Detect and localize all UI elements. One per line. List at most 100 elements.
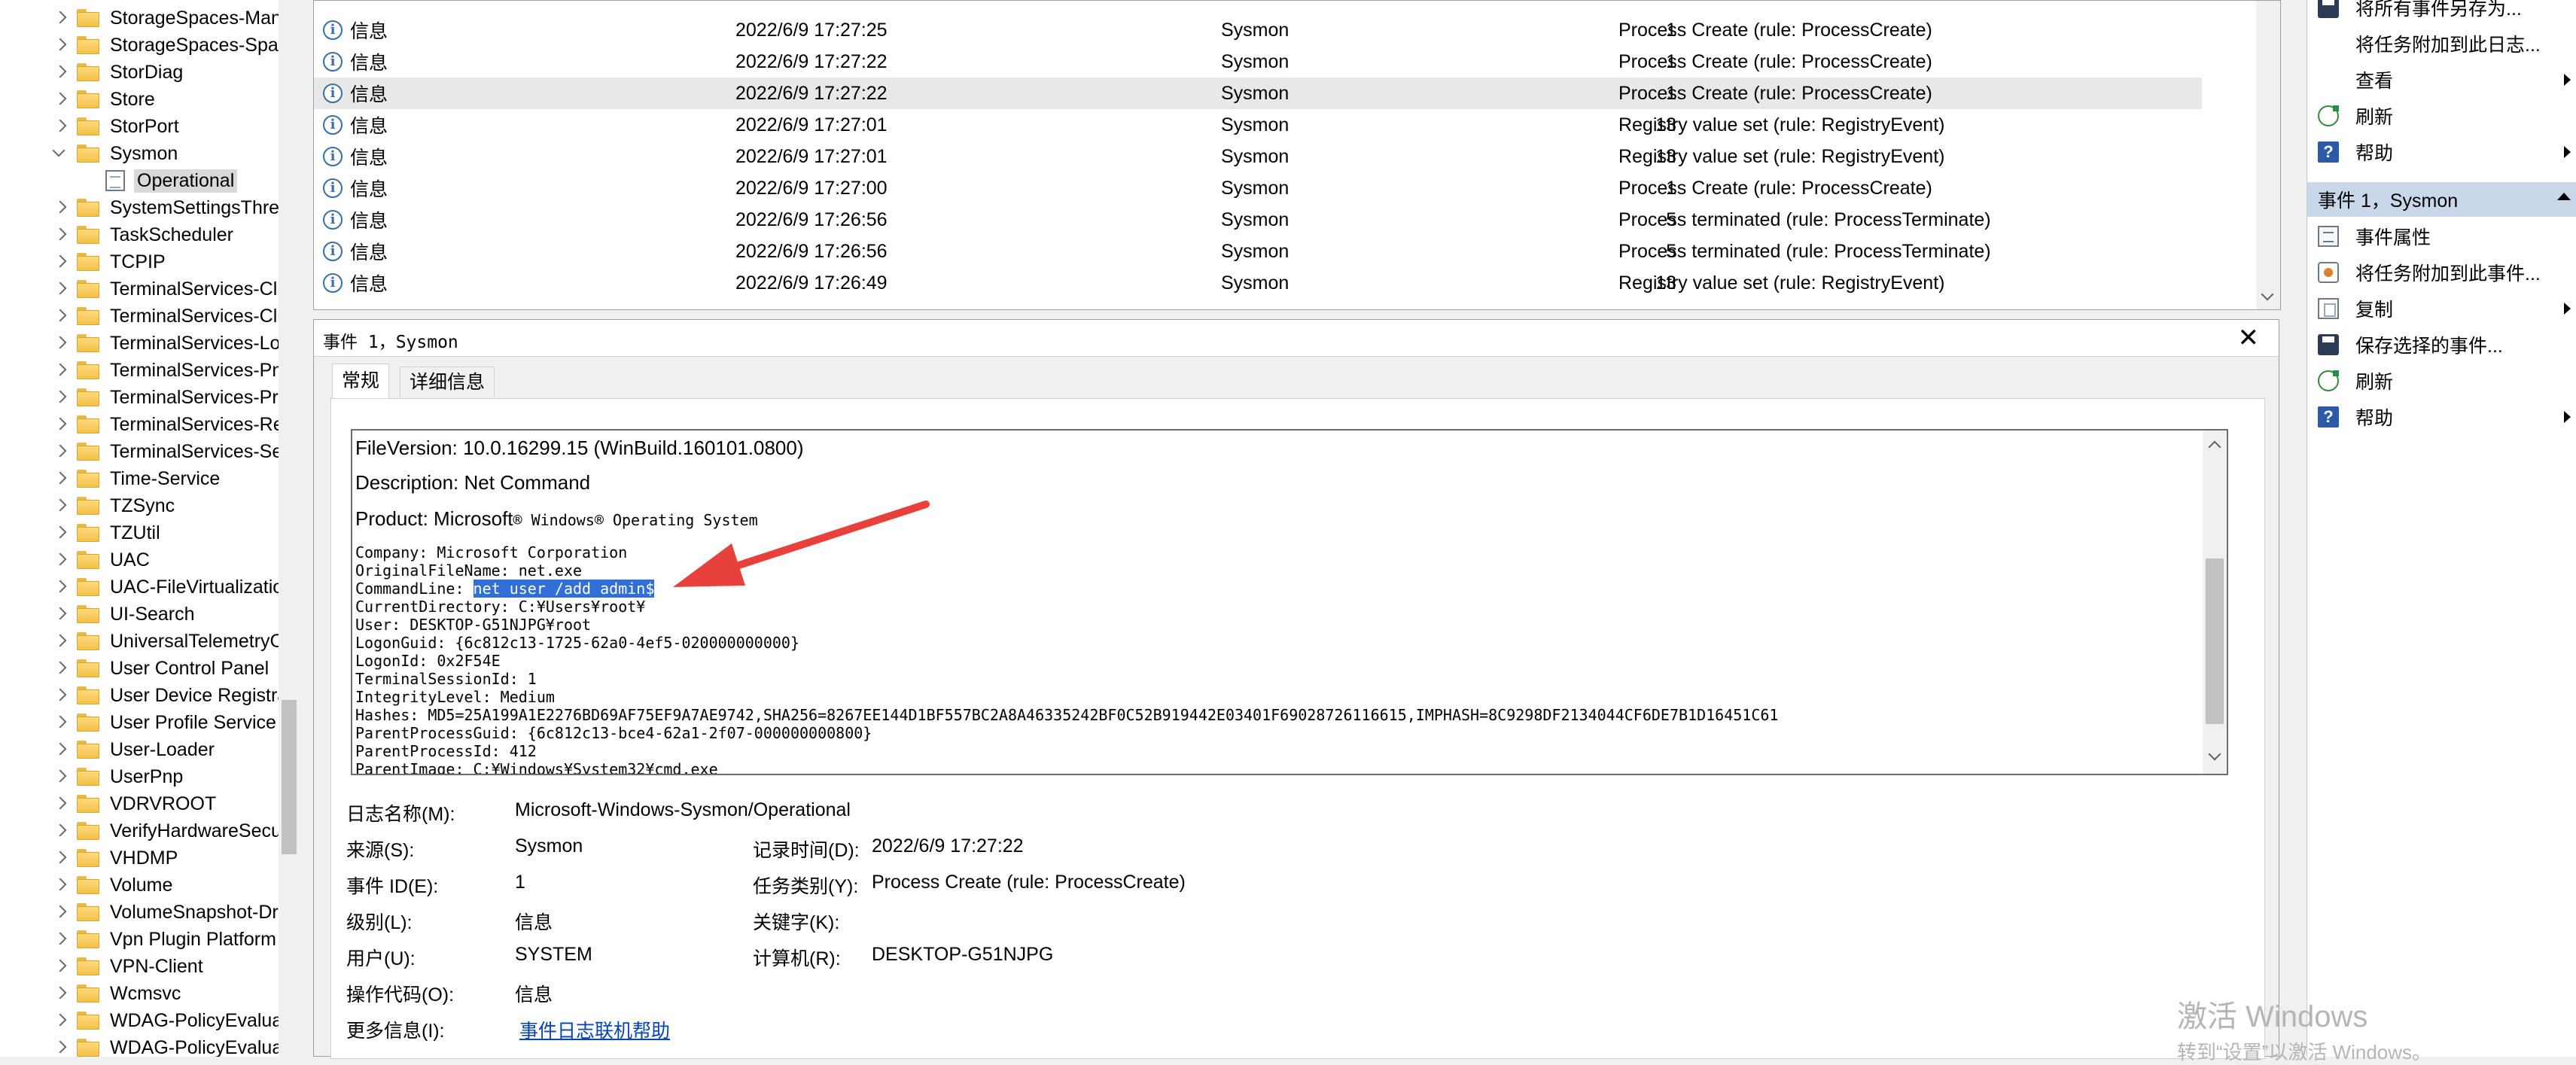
action-item[interactable]: 复制 bbox=[2307, 291, 2576, 327]
chevron-right-icon[interactable] bbox=[51, 303, 71, 330]
table-row[interactable]: i 信息 2022/6/9 17:27:01 Sysmon 13 Registry val… bbox=[314, 141, 2202, 172]
scroll-up-icon[interactable] bbox=[2208, 440, 2221, 454]
tree-item[interactable]: TZUtil bbox=[0, 519, 160, 546]
chevron-right-icon[interactable] bbox=[51, 709, 71, 736]
tree-item[interactable]: TerminalServices-Pri bbox=[0, 384, 279, 411]
tree-scrollbar-thumb[interactable] bbox=[282, 700, 297, 854]
scroll-down-icon[interactable] bbox=[2208, 747, 2221, 761]
chevron-right-icon[interactable] bbox=[51, 872, 71, 899]
action-item[interactable]: ? 帮助 bbox=[2307, 399, 2576, 435]
tree-item[interactable]: WDAG-PolicyEvaluat bbox=[0, 1034, 279, 1057]
tree-item[interactable]: StorageSpaces-Mana bbox=[0, 5, 279, 32]
chevron-right-icon[interactable] bbox=[51, 817, 71, 844]
table-row[interactable]: i 信息 2022/6/9 17:27:00 Sysmon 1 Process Creat… bbox=[314, 172, 2202, 204]
action-item[interactable]: 将任务附加到此日志... bbox=[2307, 26, 2576, 62]
chevron-right-icon[interactable] bbox=[51, 357, 71, 384]
action-item[interactable]: 刷新 bbox=[2307, 98, 2576, 134]
tree-item[interactable]: TerminalServices-Re bbox=[0, 411, 279, 438]
tree-item[interactable]: User-Loader bbox=[0, 736, 215, 763]
action-item[interactable]: 保存选择的事件... bbox=[2307, 327, 2576, 363]
table-row[interactable]: i 信息 2022/6/9 17:27:25 Sysmon 1 Process Creat… bbox=[314, 14, 2202, 46]
table-row[interactable]: i 信息 2022/6/9 17:26:56 Sysmon 5 Process termi… bbox=[314, 236, 2202, 267]
tree-item[interactable]: Vpn Plugin Platform bbox=[0, 926, 276, 953]
tree-item[interactable]: StorDiag bbox=[0, 59, 183, 86]
event-list-scrollbar[interactable] bbox=[2256, 1, 2280, 309]
table-row[interactable]: i 信息 2022/6/9 17:26:56 Sysmon 5 Process termi… bbox=[314, 204, 2202, 236]
chevron-right-icon[interactable] bbox=[51, 574, 71, 601]
chevron-down-icon[interactable] bbox=[51, 140, 71, 167]
chevron-right-icon[interactable] bbox=[51, 330, 71, 357]
command-line-highlight[interactable]: net user /add admin$ bbox=[473, 580, 655, 598]
chevron-right-icon[interactable] bbox=[51, 1007, 71, 1034]
tree-item[interactable]: VerifyHardwareSecur bbox=[0, 817, 279, 844]
chevron-right-icon[interactable] bbox=[51, 194, 71, 221]
chevron-right-icon[interactable] bbox=[51, 5, 71, 32]
tree-item[interactable]: Wcmsvc bbox=[0, 980, 181, 1007]
collapse-up-icon[interactable] bbox=[2557, 193, 2571, 200]
chevron-right-icon[interactable] bbox=[51, 655, 71, 682]
tree-item[interactable]: TerminalServices-Cli bbox=[0, 303, 279, 330]
tree-item[interactable]: WDAG-PolicyEvaluat bbox=[0, 1007, 279, 1034]
tree-item[interactable]: TZSync bbox=[0, 492, 175, 519]
tree-item-operational[interactable]: Operational bbox=[0, 167, 238, 194]
table-row[interactable]: i 信息 2022/6/9 17:27:22 Sysmon 1 Process Creat… bbox=[314, 78, 2202, 109]
tree-item[interactable]: VPN-Client bbox=[0, 953, 203, 980]
tree-item[interactable]: User Device Registra bbox=[0, 682, 279, 709]
chevron-right-icon[interactable] bbox=[51, 59, 71, 86]
tree-item[interactable]: User Profile Service bbox=[0, 709, 276, 736]
action-item[interactable]: 查看 bbox=[2307, 62, 2576, 98]
action-item[interactable]: ? 帮助 bbox=[2307, 134, 2576, 170]
tab-details[interactable]: 详细信息 bbox=[400, 367, 495, 397]
tree-item[interactable]: VDRVROOT bbox=[0, 790, 216, 817]
tree-item[interactable]: User Control Panel bbox=[0, 655, 269, 682]
chevron-right-icon[interactable] bbox=[51, 465, 71, 492]
chevron-right-icon[interactable] bbox=[51, 763, 71, 790]
chevron-right-icon[interactable] bbox=[51, 628, 71, 655]
tree-item[interactable]: TerminalServices-Cli bbox=[0, 275, 279, 303]
actions-section-header[interactable]: 事件 1，Sysmon bbox=[2307, 182, 2576, 217]
tree-item[interactable]: UAC bbox=[0, 546, 150, 574]
chevron-right-icon[interactable] bbox=[51, 790, 71, 817]
chevron-right-icon[interactable] bbox=[51, 736, 71, 763]
chevron-right-icon[interactable] bbox=[51, 384, 71, 411]
tree-item[interactable]: UserPnp bbox=[0, 763, 183, 790]
chevron-right-icon[interactable] bbox=[51, 682, 71, 709]
close-icon[interactable]: ✕ bbox=[2238, 323, 2260, 353]
description-scrollbar-thumb[interactable] bbox=[2206, 558, 2224, 724]
chevron-right-icon[interactable] bbox=[51, 844, 71, 872]
tree-item[interactable]: SystemSettingsThres bbox=[0, 194, 279, 221]
chevron-right-icon[interactable] bbox=[51, 32, 71, 59]
tree-scrollbar[interactable] bbox=[279, 0, 300, 1057]
chevron-right-icon[interactable] bbox=[51, 899, 71, 926]
event-description-box[interactable]: FileVersion: 10.0.16299.15 (WinBuild.160… bbox=[351, 429, 2228, 775]
chevron-right-icon[interactable] bbox=[51, 221, 71, 248]
tree-item[interactable]: Store bbox=[0, 86, 155, 113]
chevron-right-icon[interactable] bbox=[51, 248, 71, 275]
action-item[interactable]: 将所有事件另存为... bbox=[2307, 0, 2576, 26]
tree-item[interactable]: Time-Service bbox=[0, 465, 220, 492]
tree-item[interactable]: Volume bbox=[0, 872, 172, 899]
tree-item[interactable]: TCPIP bbox=[0, 248, 166, 275]
tree-item[interactable]: TerminalServices-Pn bbox=[0, 357, 279, 384]
chevron-right-icon[interactable] bbox=[51, 411, 71, 438]
description-scrollbar[interactable] bbox=[2203, 431, 2227, 774]
online-help-link[interactable]: 事件日志联机帮助 bbox=[519, 1016, 670, 1043]
tree-item[interactable]: UI-Search bbox=[0, 601, 195, 628]
chevron-right-icon[interactable] bbox=[51, 86, 71, 113]
tree-item[interactable]: StorageSpaces-Spac bbox=[0, 32, 279, 59]
chevron-right-icon[interactable] bbox=[51, 546, 71, 574]
action-item[interactable]: 刷新 bbox=[2307, 363, 2576, 399]
tree-item[interactable]: UniversalTelemetryC bbox=[0, 628, 279, 655]
chevron-right-icon[interactable] bbox=[51, 1034, 71, 1057]
chevron-right-icon[interactable] bbox=[51, 601, 71, 628]
chevron-right-icon[interactable] bbox=[51, 926, 71, 953]
table-row[interactable]: i 信息 2022/6/9 17:27:22 Sysmon 1 Process Creat… bbox=[314, 46, 2202, 78]
tree-item[interactable]: StorPort bbox=[0, 113, 179, 140]
chevron-right-icon[interactable] bbox=[51, 113, 71, 140]
scroll-down-icon[interactable] bbox=[2261, 288, 2274, 301]
chevron-right-icon[interactable] bbox=[51, 275, 71, 303]
chevron-right-icon[interactable] bbox=[51, 492, 71, 519]
chevron-right-icon[interactable] bbox=[51, 953, 71, 980]
table-row[interactable]: i 信息 2022/6/9 17:27:01 Sysmon 13 Registry val… bbox=[314, 109, 2202, 141]
tree-item[interactable]: VolumeSnapshot-Dri bbox=[0, 899, 279, 926]
